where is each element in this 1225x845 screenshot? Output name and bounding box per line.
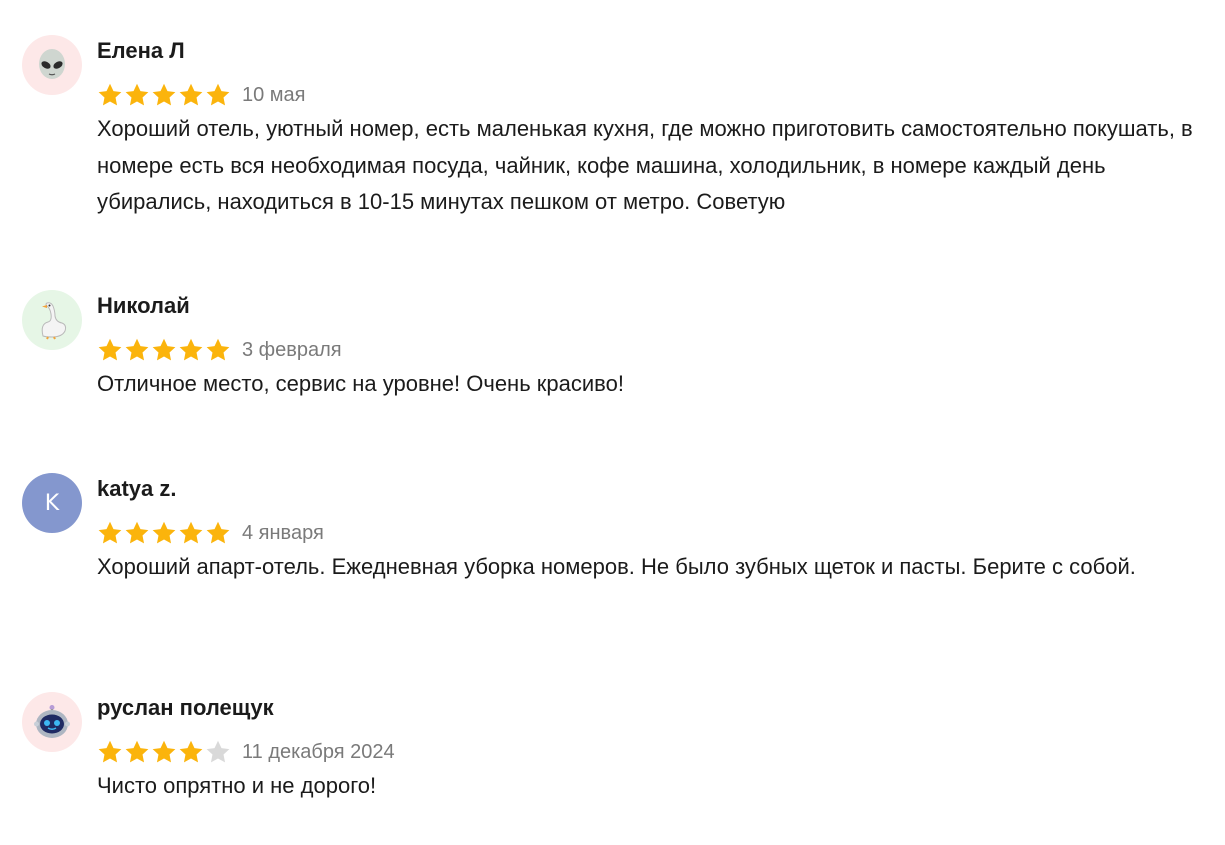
review-text: Хороший апарт-отель. Ежедневная уборка н… bbox=[97, 554, 1136, 579]
review-date: 11 декабря 2024 bbox=[242, 740, 395, 763]
star-icon bbox=[125, 338, 149, 361]
star-icon bbox=[206, 740, 230, 763]
star-icon bbox=[98, 83, 122, 106]
user-avatar[interactable] bbox=[22, 290, 82, 350]
alien-face-icon bbox=[39, 49, 65, 79]
star-icon bbox=[125, 83, 149, 106]
rating-stars bbox=[97, 337, 231, 363]
review-meta: 4 января bbox=[97, 520, 324, 546]
goose-icon bbox=[41, 302, 67, 340]
review-text: Чисто опрятно и не дорого! bbox=[97, 773, 377, 798]
review-author[interactable]: Елена Л bbox=[97, 38, 185, 64]
reviews-feed: Елена Л 10 мая Хороший отель, уютный ном… bbox=[0, 0, 1225, 845]
rating-stars bbox=[97, 82, 231, 108]
review-meta: 11 декабря 2024 bbox=[97, 739, 395, 765]
star-icon bbox=[125, 740, 149, 763]
review-date: 10 мая bbox=[242, 83, 306, 106]
star-icon bbox=[179, 740, 203, 763]
review-date: 3 февраля bbox=[242, 338, 342, 361]
robot-face-icon bbox=[34, 705, 70, 738]
star-icon bbox=[179, 521, 203, 544]
star-icon bbox=[206, 83, 230, 106]
star-icon bbox=[179, 338, 203, 361]
rating-stars bbox=[97, 739, 231, 765]
rating-stars bbox=[97, 520, 231, 546]
review-author[interactable]: katya z. bbox=[97, 476, 177, 502]
review-author[interactable]: Николай bbox=[97, 293, 190, 319]
review-text: Хороший отель, уютный номер, есть малень… bbox=[97, 116, 1193, 214]
review-meta: 10 мая bbox=[97, 82, 306, 108]
star-icon bbox=[98, 338, 122, 361]
star-icon bbox=[98, 740, 122, 763]
review-author[interactable]: руслан полещук bbox=[97, 695, 274, 721]
star-icon bbox=[98, 521, 122, 544]
user-avatar[interactable] bbox=[22, 35, 82, 95]
star-icon bbox=[152, 521, 176, 544]
avatar-letter: K bbox=[44, 490, 60, 516]
user-avatar[interactable]: K bbox=[22, 473, 82, 533]
user-avatar[interactable] bbox=[22, 692, 82, 752]
star-icon bbox=[152, 83, 176, 106]
star-icon bbox=[152, 740, 176, 763]
star-icon bbox=[206, 338, 230, 361]
star-icon bbox=[125, 521, 149, 544]
star-icon bbox=[206, 521, 230, 544]
review-text: Отличное место, сервис на уровне! Очень … bbox=[97, 371, 624, 396]
star-icon bbox=[179, 83, 203, 106]
star-icon bbox=[152, 338, 176, 361]
review-meta: 3 февраля bbox=[97, 337, 342, 363]
review-date: 4 января bbox=[242, 521, 324, 544]
